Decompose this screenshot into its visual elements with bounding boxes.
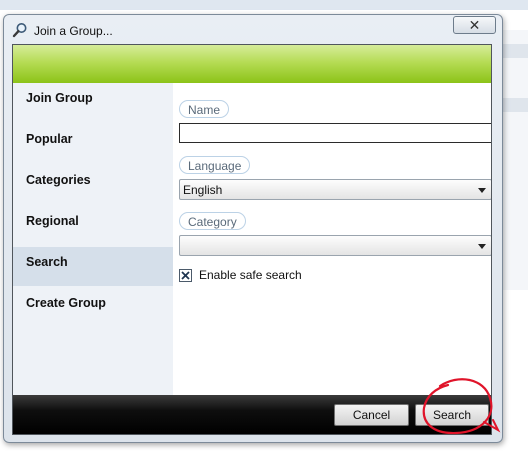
language-select-value: English [183, 183, 223, 197]
close-button[interactable]: ✕ [453, 16, 496, 34]
header-banner [13, 45, 491, 83]
close-icon: ✕ [468, 17, 481, 33]
sidebar-item-label: Create Group [26, 296, 106, 310]
sidebar-item-label: Popular [26, 132, 73, 146]
background-row [502, 98, 528, 112]
sidebar-item-join-group[interactable]: Join Group [13, 83, 173, 122]
name-label: Name [179, 100, 230, 118]
dialog-body: Join Group Popular Categories Regional S… [12, 44, 492, 435]
checkmark-x-icon [181, 271, 190, 280]
sidebar-nav: Join Group Popular Categories Regional S… [13, 83, 173, 395]
language-select[interactable]: English [179, 179, 491, 200]
join-group-dialog: Join a Group... ✕ Join Group Popular Cat… [3, 14, 503, 443]
name-input[interactable] [179, 123, 491, 143]
dialog-footer: Cancel Search [13, 395, 491, 434]
dialog-title: Join a Group... [34, 24, 113, 38]
sidebar-item-search[interactable]: Search [13, 247, 173, 286]
category-select[interactable] [179, 235, 491, 256]
background-row [502, 44, 528, 58]
background-band-top [0, 0, 528, 10]
sidebar-item-create-group[interactable]: Create Group [13, 288, 173, 327]
chevron-down-icon [478, 244, 486, 249]
title-bar[interactable]: Join a Group... ✕ [4, 15, 502, 45]
magnifier-icon [12, 22, 28, 38]
language-label: Language [179, 156, 251, 174]
sidebar-item-label: Categories [26, 173, 91, 187]
search-button[interactable]: Search [415, 404, 489, 426]
safe-search-label[interactable]: Enable safe search [199, 268, 302, 282]
sidebar-item-label: Search [26, 255, 68, 269]
search-form: Name Language English Category Enable sa… [173, 83, 491, 395]
category-label: Category [179, 212, 246, 230]
safe-search-checkbox[interactable] [179, 269, 192, 282]
sidebar-item-regional[interactable]: Regional [13, 206, 173, 245]
sidebar-item-label: Regional [26, 214, 79, 228]
sidebar-item-label: Join Group [26, 91, 93, 105]
background-page [502, 30, 528, 290]
sidebar-item-categories[interactable]: Categories [13, 165, 173, 204]
chevron-down-icon [478, 188, 486, 193]
cancel-button[interactable]: Cancel [334, 404, 409, 426]
sidebar-item-popular[interactable]: Popular [13, 124, 173, 163]
